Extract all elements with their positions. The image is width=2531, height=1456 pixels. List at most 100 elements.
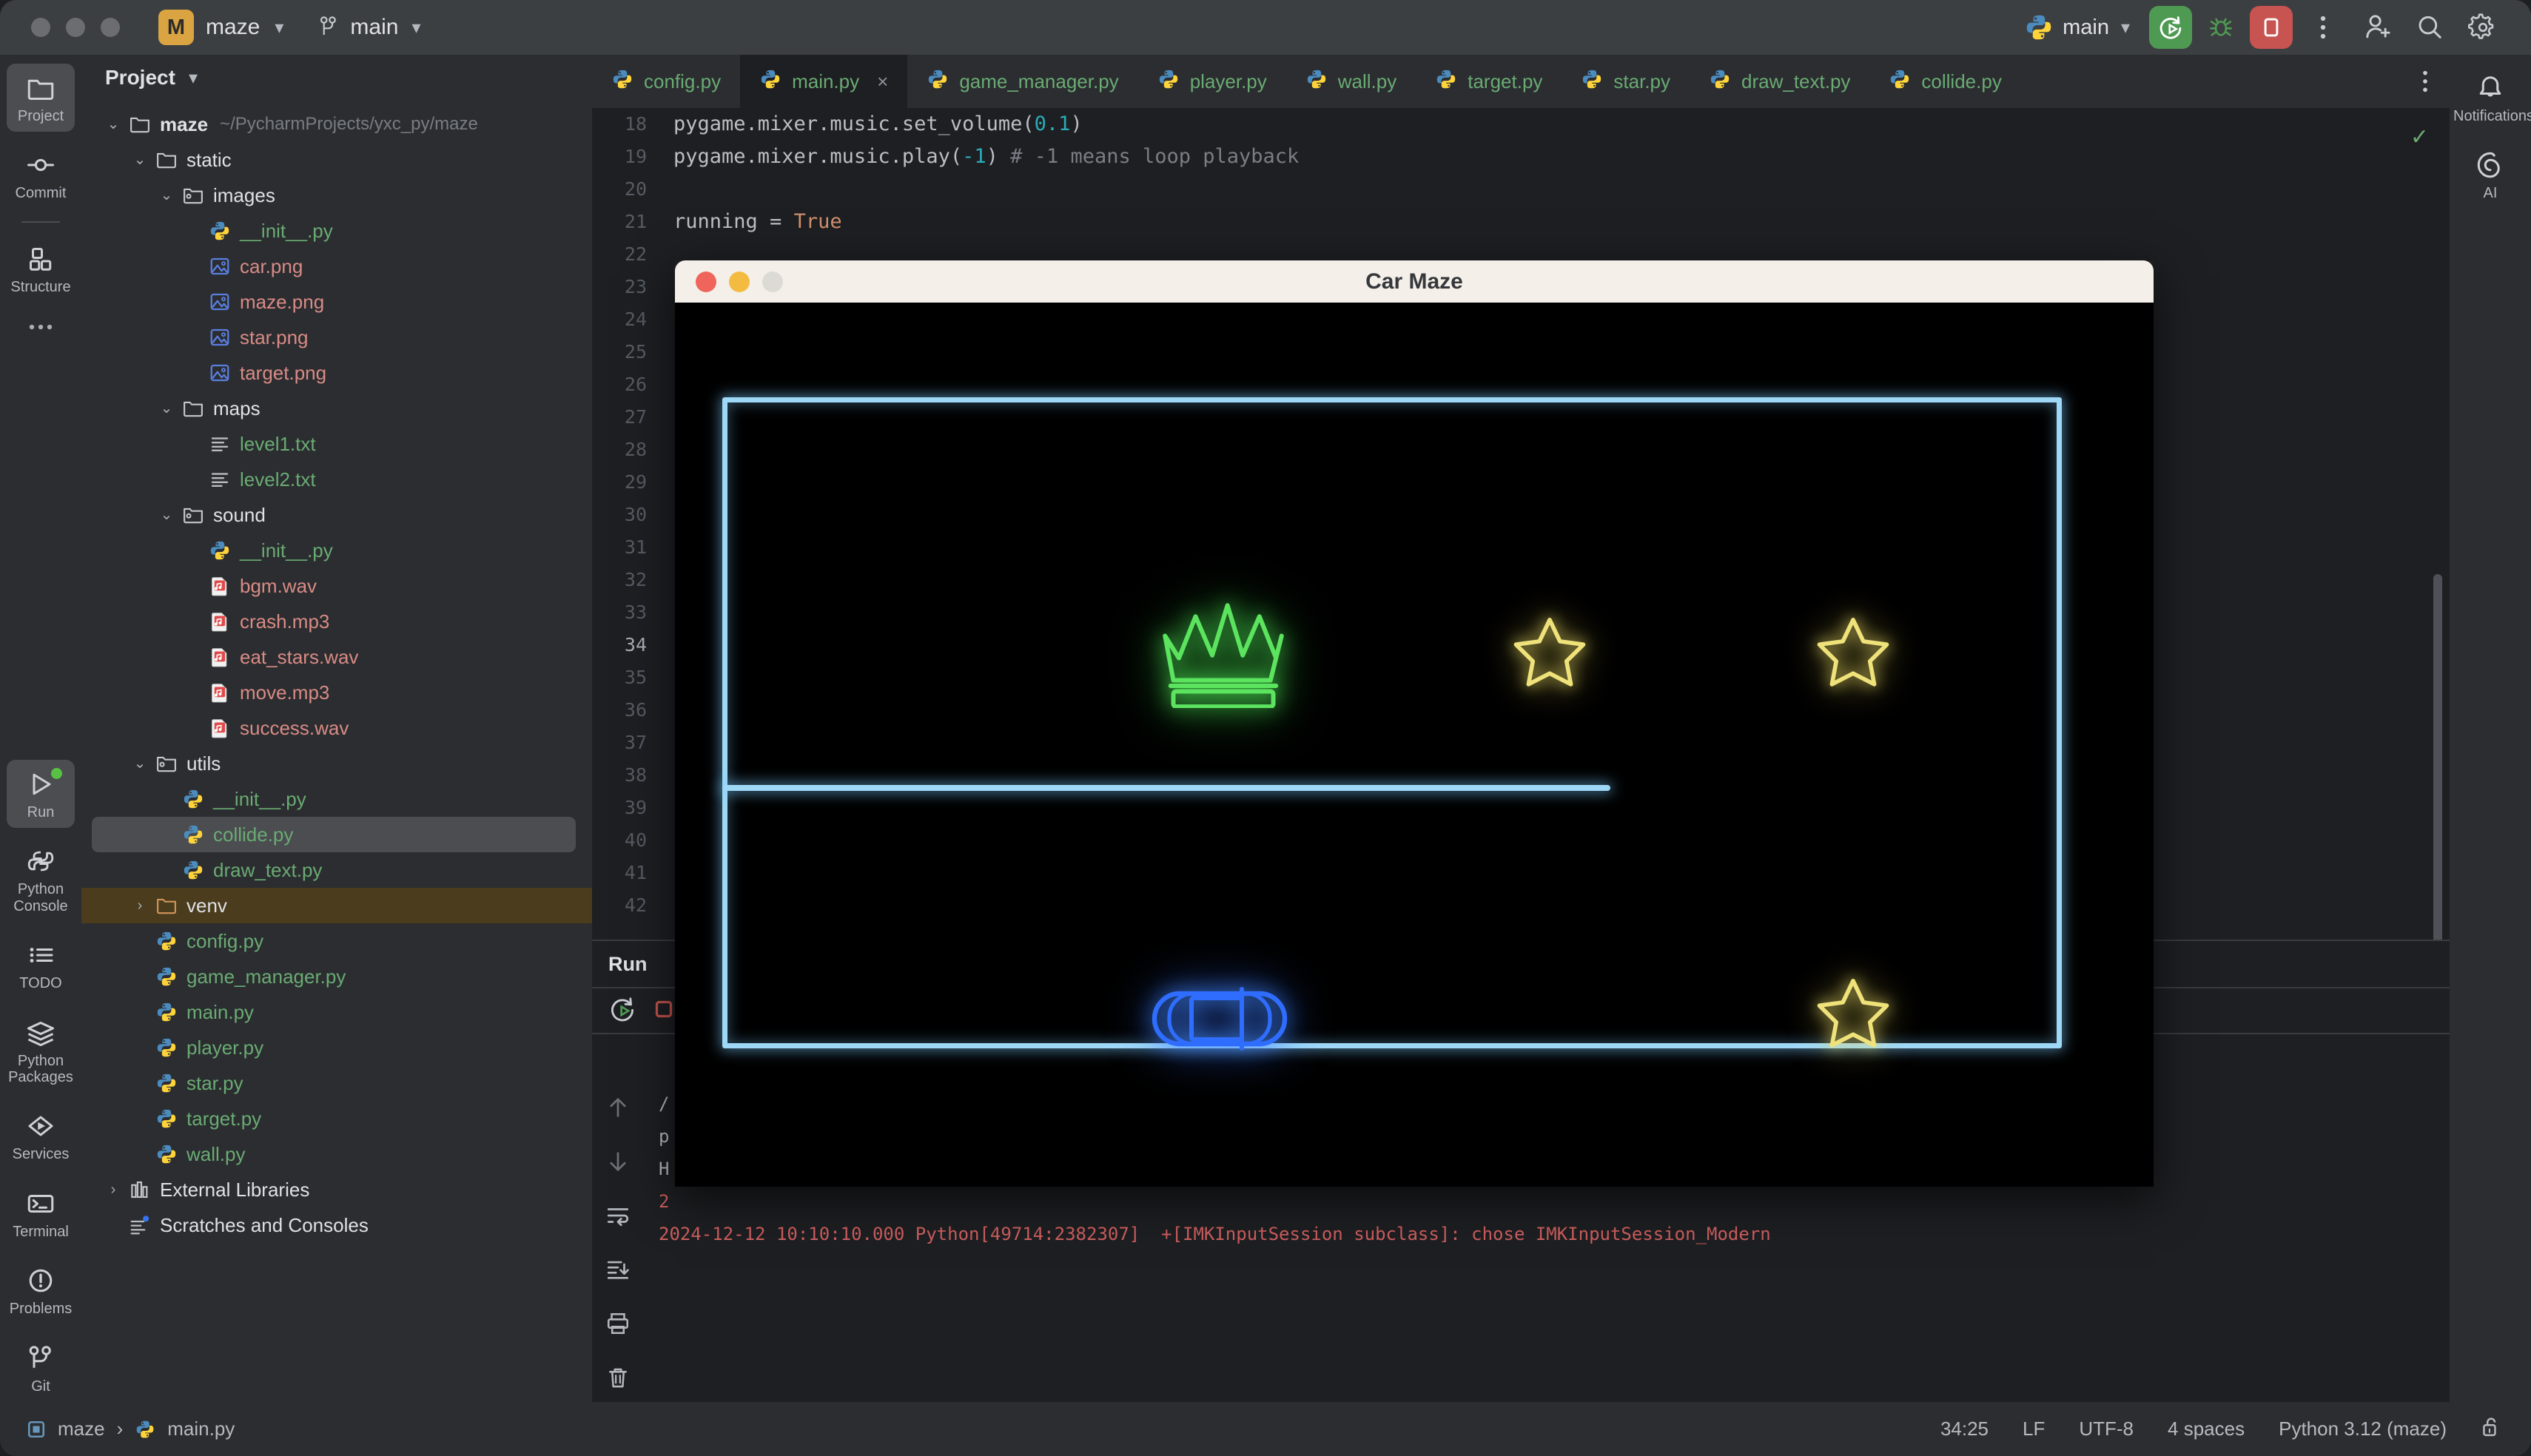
tree-item-star-py[interactable]: star.py	[81, 1065, 592, 1101]
tree-item-eat-stars-wav[interactable]: eat_stars.wav	[81, 639, 592, 675]
tab-collide-py[interactable]: collide.py	[1869, 55, 2020, 108]
tree-item-target-py[interactable]: target.py	[81, 1101, 592, 1136]
game-window[interactable]: Car Maze	[675, 260, 2154, 1187]
tree-item-static[interactable]: ⌄ static	[81, 142, 592, 178]
sidebar-item-python-console[interactable]: Python Console	[7, 837, 75, 922]
tree-item-star-png[interactable]: star.png	[81, 320, 592, 355]
tree-item-game-manager-py[interactable]: game_manager.py	[81, 959, 592, 994]
breadcrumb-file[interactable]: main.py	[167, 1418, 235, 1440]
tree-item-config-py[interactable]: config.py	[81, 923, 592, 959]
tab-target-py[interactable]: target.py	[1416, 55, 1562, 108]
project-selector[interactable]: M maze ▾	[158, 10, 283, 45]
tree-item-level1-txt[interactable]: level1.txt	[81, 426, 592, 462]
sidebar-item-python-packages[interactable]: Python Packages	[7, 1008, 75, 1093]
sidebar-item-todo[interactable]: TODO	[7, 931, 75, 999]
scroll-up-button[interactable]	[605, 1095, 631, 1124]
chevron-down-icon[interactable]: ⌄	[154, 401, 179, 416]
chevron-down-icon[interactable]: ▾	[189, 67, 198, 89]
tree-item-images[interactable]: ⌄ images	[81, 178, 592, 213]
sidebar-item-ai[interactable]: AI	[2456, 141, 2524, 209]
stop-run-button[interactable]	[650, 995, 678, 1027]
tree-item-sound[interactable]: ⌄ sound	[81, 497, 592, 533]
tree-item--init-py[interactable]: __init__.py	[81, 533, 592, 568]
chevron-right-icon[interactable]: ›	[101, 1182, 126, 1199]
sidebar-item-run[interactable]: Run	[7, 760, 75, 829]
tree-item-level2-txt[interactable]: level2.txt	[81, 462, 592, 497]
caret-position[interactable]: 34:25	[1940, 1418, 1989, 1440]
game-canvas[interactable]	[675, 303, 2154, 1187]
sidebar-item-project[interactable]: Project	[7, 64, 75, 132]
python-interpreter[interactable]: Python 3.12 (maze)	[2279, 1418, 2447, 1440]
file-encoding[interactable]: UTF-8	[2079, 1418, 2134, 1440]
indent-setting[interactable]: 4 spaces	[2168, 1418, 2245, 1440]
scroll-to-end-button[interactable]	[605, 1257, 631, 1286]
tree-item-player-py[interactable]: player.py	[81, 1030, 592, 1065]
tab-player-py[interactable]: player.py	[1138, 55, 1286, 108]
tree-item-draw-text-py[interactable]: draw_text.py	[81, 852, 592, 888]
clear-console-button[interactable]	[605, 1365, 631, 1394]
scroll-down-button[interactable]	[605, 1149, 631, 1178]
tab-overflow-button[interactable]	[2401, 55, 2450, 108]
tree-item-bgm-wav[interactable]: bgm.wav	[81, 568, 592, 604]
code-line[interactable]: pygame.mixer.music.set_volume(0.1)	[673, 108, 2450, 141]
run-button[interactable]	[2149, 6, 2192, 49]
print-button[interactable]	[605, 1311, 631, 1340]
chevron-down-icon[interactable]: ⌄	[101, 117, 126, 132]
editor-tab-bar[interactable]: config.py main.py × game_manager.py playe…	[592, 55, 2450, 108]
chevron-down-icon[interactable]: ⌄	[154, 508, 179, 522]
minimize-window-button[interactable]	[66, 18, 85, 37]
chevron-down-icon[interactable]: ⌄	[154, 188, 179, 203]
soft-wrap-button[interactable]	[605, 1203, 631, 1232]
chevron-right-icon[interactable]: ›	[127, 897, 152, 914]
tree-item-wall-py[interactable]: wall.py	[81, 1136, 592, 1172]
tree-item-maze[interactable]: ⌄ maze ~/PycharmProjects/yxc_py/maze	[81, 107, 592, 142]
sidebar-item-services[interactable]: Services	[7, 1102, 75, 1170]
tree-item-success-wav[interactable]: success.wav	[81, 710, 592, 746]
player-car[interactable]	[1146, 974, 1294, 1067]
tab-game-manager-py[interactable]: game_manager.py	[907, 55, 1137, 108]
code-line[interactable]	[673, 173, 2450, 206]
tree-item-target-png[interactable]: target.png	[81, 355, 592, 391]
sidebar-item-commit[interactable]: Commit	[7, 141, 75, 209]
tab-star-py[interactable]: star.py	[1562, 55, 1690, 108]
run-configuration-selector[interactable]: main ▾	[2024, 13, 2130, 42]
tree-item-collide-py[interactable]: collide.py	[92, 817, 576, 852]
tree-item-venv[interactable]: › venv	[81, 888, 592, 923]
tree-item-move-mp3[interactable]: move.mp3	[81, 675, 592, 710]
tree-item-main-py[interactable]: main.py	[81, 994, 592, 1030]
tree-item-crash-mp3[interactable]: crash.mp3	[81, 604, 592, 639]
line-separator[interactable]: LF	[2023, 1418, 2045, 1440]
close-window-button[interactable]	[31, 18, 50, 37]
share-project-button[interactable]	[2353, 4, 2399, 50]
project-panel-header[interactable]: Project ▾	[81, 55, 592, 101]
project-file-tree[interactable]: ⌄ maze ~/PycharmProjects/yxc_py/maze ⌄ sta…	[81, 101, 592, 1243]
tree-item--init-py[interactable]: __init__.py	[81, 213, 592, 249]
tree-item--init-py[interactable]: __init__.py	[81, 781, 592, 817]
chevron-down-icon[interactable]: ⌄	[127, 756, 152, 771]
breadcrumb-project[interactable]: maze	[58, 1418, 105, 1440]
tab-config-py[interactable]: config.py	[592, 55, 740, 108]
tree-item-utils[interactable]: ⌄ utils	[81, 746, 592, 781]
tree-item-car-png[interactable]: car.png	[81, 249, 592, 284]
tree-item-maze-png[interactable]: maze.png	[81, 284, 592, 320]
sidebar-item-terminal[interactable]: Terminal	[7, 1179, 75, 1247]
tree-item-scratches-and-consoles[interactable]: Scratches and Consoles	[81, 1207, 592, 1243]
search-everywhere-button[interactable]	[2407, 4, 2453, 50]
stop-button[interactable]	[2250, 6, 2293, 49]
sidebar-item-more[interactable]	[7, 311, 75, 341]
sidebar-item-git[interactable]: Git	[7, 1334, 75, 1402]
sidebar-item-notifications[interactable]: Notifications	[2453, 64, 2531, 132]
sidebar-item-structure[interactable]: Structure	[7, 235, 75, 303]
tree-item-maps[interactable]: ⌄ maps	[81, 391, 592, 426]
editor-scrollbar-thumb[interactable]	[2433, 574, 2442, 988]
tab-wall-py[interactable]: wall.py	[1286, 55, 1416, 108]
tab-draw-text-py[interactable]: draw_text.py	[1690, 55, 1869, 108]
close-tab-icon[interactable]: ×	[877, 70, 888, 93]
read-only-toggle[interactable]	[2481, 1416, 2501, 1442]
rerun-button[interactable]	[608, 995, 636, 1027]
tab-main-py[interactable]: main.py ×	[740, 55, 908, 108]
sidebar-item-problems[interactable]: Problems	[7, 1256, 75, 1324]
code-line[interactable]: pygame.mixer.music.play(-1) # -1 means l…	[673, 141, 2450, 173]
code-line[interactable]: running = True	[673, 206, 2450, 238]
maximize-window-button[interactable]	[101, 18, 120, 37]
